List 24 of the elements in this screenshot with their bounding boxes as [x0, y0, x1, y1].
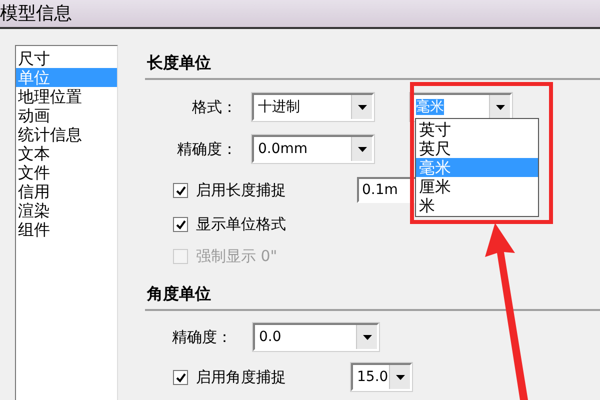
category-item[interactable]: 组件: [16, 220, 117, 239]
field-label: 精确度：: [171, 328, 233, 346]
dropdown-option[interactable]: 英尺: [416, 139, 538, 158]
field-label: 格式：: [191, 98, 237, 116]
category-item[interactable]: 文本: [16, 144, 117, 163]
category-item[interactable]: 尺寸: [16, 49, 117, 68]
category-item[interactable]: 渲染: [16, 201, 117, 220]
category-item[interactable]: 统计信息: [16, 125, 117, 144]
field-label: 精确度：: [176, 140, 237, 158]
checkbox-label: 强制显示 0": [196, 247, 278, 266]
dropdown[interactable]: 15.0: [351, 363, 412, 391]
section-heading: 长度单位: [145, 53, 600, 80]
dropdown[interactable]: 十进制: [252, 93, 374, 121]
checkbox-label: 启用角度捕捉: [196, 368, 286, 386]
category-item[interactable]: 文件: [16, 163, 117, 182]
category-item[interactable]: 地理位置: [16, 87, 117, 106]
category-item[interactable]: 动画: [16, 106, 117, 125]
window-title: 模型信息: [0, 2, 72, 24]
checkbox-label: 启用长度捕捉: [196, 180, 286, 200]
checkbox-label: 显示单位格式: [196, 215, 286, 234]
category-item[interactable]: 信用: [16, 182, 117, 201]
dropdown[interactable]: 0.0: [253, 323, 379, 351]
dropdown[interactable]: 0.0mm: [252, 135, 374, 163]
dropdown-option[interactable]: 英寸: [416, 120, 538, 139]
